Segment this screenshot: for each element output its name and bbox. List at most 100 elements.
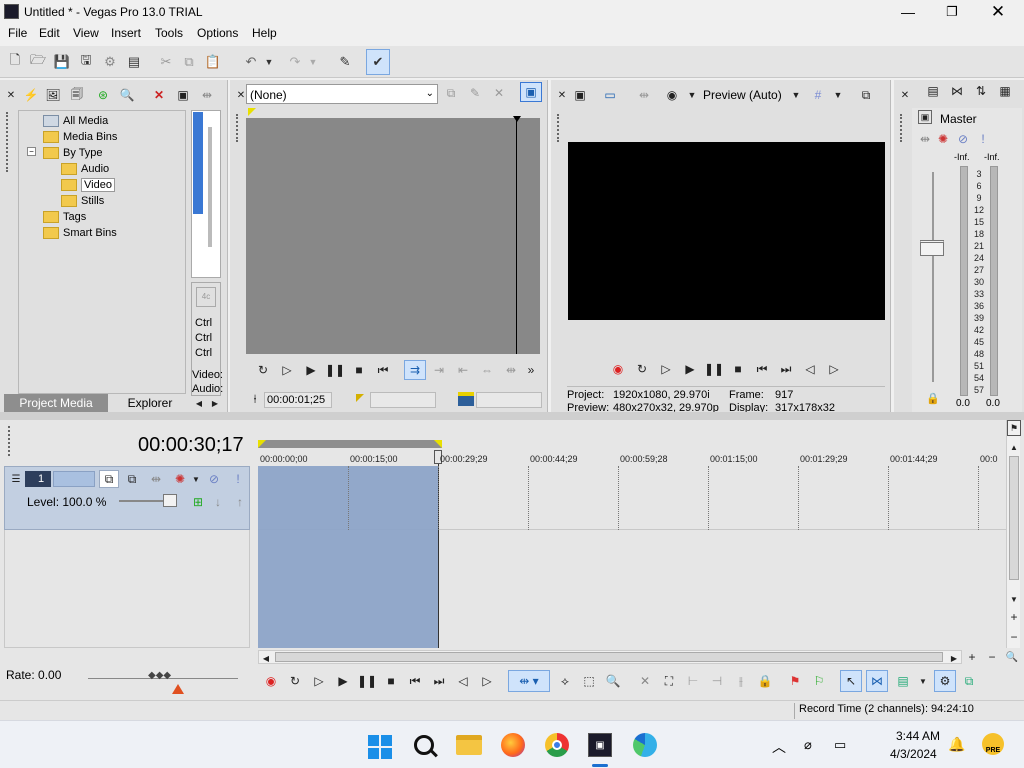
ripple-edit-icon[interactable]: ▤: [894, 672, 912, 690]
panel-grip[interactable]: [6, 112, 10, 172]
stop-icon[interactable]: ■: [350, 361, 368, 379]
capture-icon[interactable]: 🖼: [44, 86, 62, 104]
split-icon[interactable]: ⫲: [732, 672, 750, 690]
split-screen-icon[interactable]: ⇹: [635, 86, 653, 104]
overlay-dropdown-icon[interactable]: ▼: [683, 86, 701, 104]
copy-snapshot-icon[interactable]: ⧉: [857, 86, 875, 104]
trimmer-display[interactable]: [246, 118, 540, 354]
redo-icon[interactable]: ↷: [284, 51, 306, 73]
stop-icon[interactable]: ■: [382, 672, 400, 690]
pause-icon[interactable]: ❚❚: [325, 361, 345, 379]
solo-icon[interactable]: !: [974, 130, 992, 148]
firefox-icon[interactable]: [501, 733, 525, 757]
undo-icon[interactable]: ↶: [240, 51, 262, 73]
delete-icon[interactable]: ✕: [636, 672, 654, 690]
master-fx-icon[interactable]: ✺: [934, 130, 952, 148]
trim-clear-icon[interactable]: ✕: [490, 84, 508, 102]
clock-time[interactable]: 3:44 AM: [896, 729, 940, 743]
lock-icon[interactable]: 🔒: [926, 392, 940, 405]
fit-icon[interactable]: ⇔: [478, 361, 496, 379]
tree-item-smart-bins[interactable]: Smart Bins: [43, 225, 117, 241]
mute-icon[interactable]: ⊘: [205, 470, 223, 488]
markers-flag-icon[interactable]: ⚑: [1007, 420, 1021, 436]
remove-media-icon[interactable]: ✕: [150, 86, 168, 104]
lock-icon[interactable]: 🔒: [756, 672, 774, 690]
pin-icon[interactable]: ⍿: [246, 390, 264, 408]
get-media-icon[interactable]: 🗐: [68, 86, 86, 104]
overlay-icon[interactable]: ◉: [663, 86, 681, 104]
play-from-start-icon[interactable]: ▷: [657, 360, 675, 378]
vertical-scrollbar[interactable]: ⚑ ▲ ▼ + −: [1006, 420, 1021, 648]
trimmer-source-dropdown[interactable]: (None) ⌄: [246, 84, 438, 104]
out-point-icon[interactable]: [458, 392, 474, 406]
open-icon[interactable]: 🗁: [27, 51, 49, 73]
play-icon[interactable]: ▶: [681, 360, 699, 378]
windows-start-icon[interactable]: [368, 735, 392, 759]
horizontal-scrollbar[interactable]: ◀ ▶: [258, 650, 962, 664]
play-from-start-icon[interactable]: ▷: [278, 361, 296, 379]
save-icon[interactable]: 💾: [51, 51, 73, 73]
loop-icon[interactable]: ↻: [254, 361, 272, 379]
selection-grouping-icon[interactable]: ⚙: [934, 670, 956, 692]
mute-icon[interactable]: ⊘: [954, 130, 972, 148]
display-icon[interactable]: ▭: [834, 737, 846, 753]
scroll-left-icon[interactable]: ◀: [259, 649, 273, 667]
track-fx-dropdown-icon[interactable]: ▼: [187, 470, 205, 488]
loop-region-bar[interactable]: [258, 440, 442, 448]
track-name-field[interactable]: [53, 471, 95, 487]
trim-start-icon[interactable]: ⊢: [684, 672, 702, 690]
go-to-start-icon[interactable]: ⏮: [406, 672, 424, 690]
trim-options-icon[interactable]: ⇹: [502, 361, 520, 379]
envelope-edit-tool-icon[interactable]: ⟡: [556, 672, 574, 690]
master-fader-handle[interactable]: [920, 240, 944, 256]
tab-scroll-left-icon[interactable]: ◀: [192, 394, 206, 412]
rate-slider-handle[interactable]: ◆◆◆: [148, 670, 176, 682]
scroll-right-icon[interactable]: ▶: [947, 649, 961, 667]
next-frame-icon[interactable]: ▷: [478, 672, 496, 690]
scroll-thumb[interactable]: [1009, 456, 1019, 580]
normal-edit-tool-icon[interactable]: ⇹ ▾: [508, 670, 550, 692]
loop-icon[interactable]: ↻: [286, 672, 304, 690]
horizontal-scroll-thumb[interactable]: [275, 652, 943, 662]
make-compositing-child-icon[interactable]: ⧉: [123, 470, 141, 488]
mixer-downmix-icon[interactable]: ⋈: [948, 82, 966, 100]
tab-project-media[interactable]: Project Media: [4, 394, 108, 412]
auto-crossfade-icon[interactable]: ⋈: [866, 670, 888, 692]
search-media-icon[interactable]: 🔍: [118, 86, 136, 104]
menu-help[interactable]: Help: [252, 26, 277, 40]
chrome-icon[interactable]: [545, 733, 569, 757]
stop-icon[interactable]: ■: [729, 360, 747, 378]
tree-item-video[interactable]: Video: [61, 177, 115, 193]
tree-item-media-bins[interactable]: Media Bins: [43, 129, 117, 145]
track-motion-icon[interactable]: ⇹: [147, 470, 165, 488]
insert-region-icon[interactable]: ⚐: [810, 672, 828, 690]
media-thumbnail[interactable]: [193, 112, 203, 214]
media-fx-icon[interactable]: ⊛: [94, 86, 112, 104]
list-scrollbar[interactable]: [208, 127, 212, 247]
envelope-tool-icon[interactable]: ✔: [366, 49, 390, 75]
quality-dropdown-icon[interactable]: ▼: [787, 86, 805, 104]
grid-icon[interactable]: #: [809, 86, 827, 104]
zoom-in-vertical-icon[interactable]: +: [1007, 608, 1021, 626]
panel-grip[interactable]: [557, 114, 561, 142]
new-icon[interactable]: 🗋: [4, 51, 26, 73]
undo-dropdown-icon[interactable]: ▼: [262, 51, 276, 73]
bell-icon[interactable]: 🔔: [948, 736, 965, 753]
panel-close-icon[interactable]: ✕: [896, 86, 914, 104]
compositing-mode-icon[interactable]: ⧉: [99, 470, 119, 488]
tree-item-by-type[interactable]: By Type: [43, 145, 103, 161]
properties-icon[interactable]: ▤: [123, 51, 145, 73]
scroll-down-icon[interactable]: ▼: [1007, 590, 1021, 608]
loop-start-marker[interactable]: [258, 440, 266, 448]
trimmer-monitor-icon[interactable]: ▣: [520, 82, 542, 102]
previous-frame-icon[interactable]: ◁: [454, 672, 472, 690]
zoom-edit-tool-icon[interactable]: 🔍: [604, 672, 622, 690]
trim-effects-icon[interactable]: ⧉: [442, 84, 460, 102]
master-properties-icon[interactable]: ▣: [918, 110, 932, 124]
go-to-start-icon[interactable]: ⏮: [374, 361, 392, 379]
insert-icon[interactable]: ⇥: [430, 361, 448, 379]
panel-grip[interactable]: [8, 426, 12, 456]
insert-marker-icon[interactable]: ⚑: [786, 672, 804, 690]
copy-icon[interactable]: ⧉: [178, 51, 200, 73]
grid-dropdown-icon[interactable]: ▼: [829, 86, 847, 104]
